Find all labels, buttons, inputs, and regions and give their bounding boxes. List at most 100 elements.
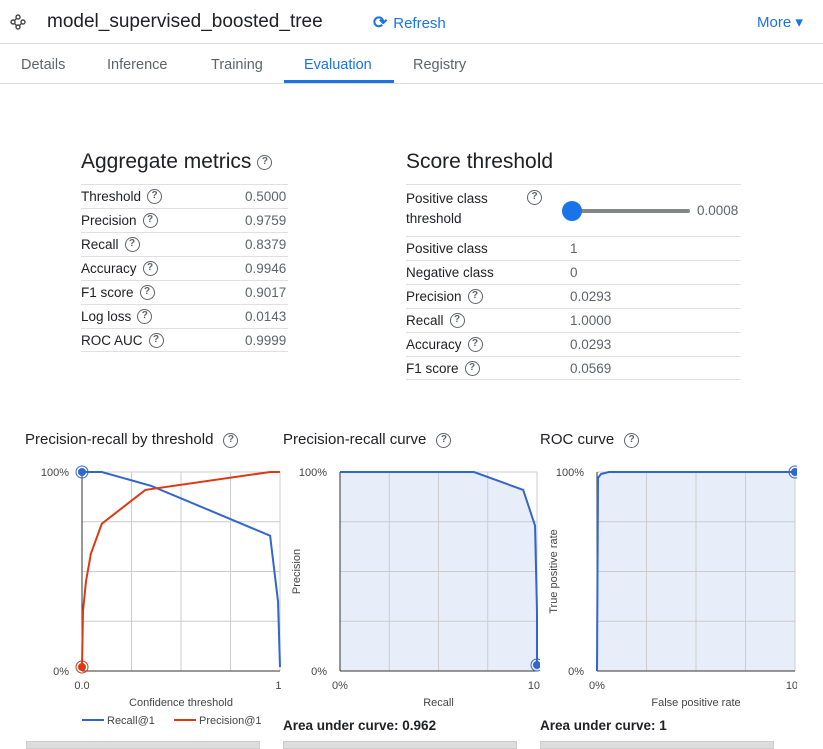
threshold-row: Positive class threshold ? 0.0008	[406, 184, 741, 236]
x-tick-label: 0.0	[74, 680, 89, 692]
metric-label: Log loss	[81, 309, 132, 324]
metric-value: 0.5000	[245, 189, 287, 204]
point-marker	[78, 663, 86, 672]
slider-handle[interactable]	[562, 201, 583, 221]
x-tick-label: 100	[786, 680, 797, 692]
metric-label: Recall	[81, 237, 119, 252]
y-tick-label: 0%	[568, 666, 584, 678]
metric-value: 0.9999	[245, 332, 287, 348]
metric-row: Recall? 0.8379	[81, 232, 288, 256]
help-icon[interactable]: ?	[467, 337, 483, 352]
help-icon[interactable]: ?	[142, 213, 158, 228]
y-tick-label: 0%	[311, 666, 327, 678]
metric-value: 0.9759	[245, 213, 287, 228]
metric-label: Positive class	[406, 241, 488, 256]
chart-0: 100%0%0.01.Confidence thresholdRecall@1P…	[41, 465, 282, 727]
help-icon[interactable]: ?	[449, 313, 465, 328]
metric-label: Precision	[81, 213, 137, 228]
point-marker	[78, 468, 86, 476]
area-under-curve: Area under curve: 0.962	[283, 718, 436, 733]
metric-row: ROC AUC? 0.9999	[81, 328, 288, 352]
y-axis-label: True positive rate	[548, 529, 560, 614]
help-icon[interactable]: ?	[137, 309, 153, 324]
legend-label: Recall@1	[107, 715, 155, 727]
metric-value: 0.0143	[245, 309, 287, 324]
x-axis-label: Confidence threshold	[129, 697, 233, 709]
chart-2: 100% 0% 0% 100 False positive rate True posit…	[540, 465, 797, 733]
y-tick-label: 0%	[53, 666, 69, 678]
metric-row: Accuracy? 0.9946	[81, 256, 288, 280]
y-tick-label: 100%	[41, 467, 69, 479]
help-icon[interactable]: ?	[124, 237, 140, 252]
x-tick-label: 0%	[332, 680, 348, 692]
metric-row: Log loss? 0.0143	[81, 304, 288, 328]
x-axis-label: Recall	[423, 697, 454, 709]
help-icon[interactable]: ?	[148, 332, 164, 348]
chart-title: Precision-recall by threshold?	[25, 431, 239, 448]
help-icon[interactable]: ?	[142, 261, 158, 276]
chart-title: ROC curve?	[540, 431, 640, 448]
metric-value: 0.9946	[245, 261, 287, 276]
action-button[interactable]	[540, 741, 774, 749]
metric-value: 1.0000	[570, 313, 612, 328]
metric-row: Precision? 0.0293	[406, 284, 741, 308]
metric-label: Negative class	[406, 265, 494, 280]
help-icon[interactable]: ?	[467, 289, 483, 304]
metric-row: Accuracy? 0.0293	[406, 332, 741, 356]
metric-value: 0.0293	[570, 289, 612, 304]
tab-bar: Details Inference Training Evaluation Re…	[0, 44, 823, 84]
model-title: model_supervised_boosted_tree	[47, 11, 323, 32]
metric-label: Threshold	[81, 189, 142, 204]
threshold-label: Positive class threshold	[406, 191, 488, 226]
metric-row: Threshold? 0.5000	[81, 184, 288, 208]
metric-label: Precision	[406, 289, 462, 304]
area-under-curve: Area under curve: 1	[540, 718, 667, 733]
metric-label: ROC AUC	[81, 332, 143, 348]
x-axis-label: False positive rate	[651, 697, 740, 709]
metric-row: Negative class 0	[406, 260, 741, 284]
legend-label: Precision@1	[199, 715, 262, 727]
action-button[interactable]	[26, 741, 260, 749]
metric-value: 0.0569	[570, 360, 612, 376]
metric-label: Accuracy	[406, 337, 462, 352]
more-button[interactable]: More ▾	[757, 13, 803, 31]
metric-row: Recall? 1.0000	[406, 308, 741, 332]
help-icon[interactable]: ?	[139, 285, 155, 300]
tab-registry[interactable]: Registry	[413, 57, 466, 73]
tab-evaluation[interactable]: Evaluation	[304, 57, 372, 73]
help-icon[interactable]: ?	[147, 189, 163, 204]
score-threshold-title: Score threshold	[406, 150, 554, 173]
tab-training[interactable]: Training	[211, 57, 263, 73]
header: model_supervised_boosted_tree ⟳ Refresh M…	[0, 0, 823, 44]
help-icon[interactable]: ?	[257, 154, 273, 170]
threshold-slider[interactable]	[572, 209, 690, 213]
help-icon[interactable]: ?	[436, 432, 452, 448]
metric-label: Recall	[406, 313, 444, 328]
tab-details[interactable]: Details	[21, 57, 65, 73]
metric-row: Precision? 0.9759	[81, 208, 288, 232]
threshold-value: 0.0008	[697, 203, 739, 218]
metric-label: Accuracy	[81, 261, 137, 276]
help-icon[interactable]: ?	[527, 190, 542, 205]
chart-1: 100%0%0%100RecallPrecisionArea under cur…	[283, 467, 540, 733]
metric-value: 0.0293	[570, 337, 612, 352]
refresh-icon: ⟳	[373, 13, 388, 32]
active-tab-indicator	[284, 80, 394, 83]
y-axis-label: Precision	[291, 549, 303, 594]
metric-row: F1 score? 0.9017	[81, 280, 288, 304]
y-tick-label: 100%	[556, 467, 584, 479]
metric-value: 0	[570, 265, 578, 280]
help-icon[interactable]: ?	[223, 432, 239, 448]
y-tick-label: 100%	[299, 467, 327, 479]
aggregate-metrics-title: Aggregate metrics?	[81, 150, 273, 174]
help-icon[interactable]: ?	[624, 432, 640, 448]
action-button[interactable]	[283, 741, 517, 749]
help-icon[interactable]: ?	[464, 360, 480, 376]
refresh-button[interactable]: ⟳ Refresh	[373, 13, 446, 33]
metric-row: F1 score? 0.0569	[406, 356, 741, 380]
tab-inference[interactable]: Inference	[107, 57, 167, 73]
metric-row: Positive class 1	[406, 236, 741, 260]
metric-label: F1 score	[81, 285, 134, 300]
x-tick-label: 0%	[589, 680, 605, 692]
chart-title: Precision-recall curve?	[283, 431, 452, 448]
